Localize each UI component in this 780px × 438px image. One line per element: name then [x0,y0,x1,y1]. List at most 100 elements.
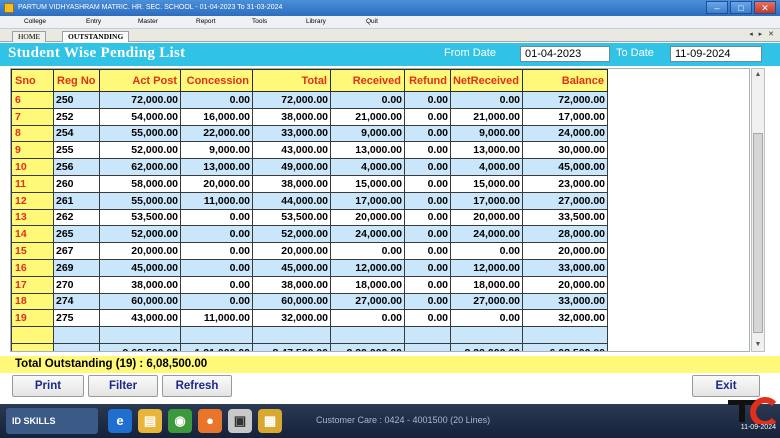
app-window-icon[interactable]: ▣ [228,409,252,433]
chrome-icon[interactable]: ◉ [168,409,192,433]
cell-concession: 0.00 [180,208,253,227]
cell-net-received: 21,000.00 [450,107,523,126]
table-row[interactable]: 13 262 53,500.00 0.00 53,500.00 20,000.00 0.00… [11,208,608,227]
close-button[interactable]: ✕ [754,1,776,14]
table-row[interactable]: 15 267 20,000.00 0.00 20,000.00 0.00 0.00 0.00 2… [11,242,608,260]
menu-quit[interactable]: Quit [366,18,378,25]
tab-outstanding[interactable]: OUTSTANDING [62,31,130,42]
cell-sno: 17 [11,275,54,294]
column-header-balance[interactable]: Balance [522,69,608,92]
cell-balance: 72,000.00 [522,91,608,109]
column-header-refund[interactable]: Refund [404,69,451,92]
table-row[interactable]: 8 254 55,000.00 22,000.00 33,000.00 9,000.00 0… [11,124,608,143]
menu-bar: College Entry Master Report Tools Librar… [0,16,780,29]
total-net-received: 2,39,000.00 [450,342,523,351]
folder-icon[interactable]: ▤ [138,409,162,433]
minimize-button[interactable]: – [706,1,728,14]
cell-total: 38,000.00 [252,174,331,193]
cell-reg: 274 [53,292,100,311]
page-header: Student Wise Pending List From Date 01-0… [0,43,780,66]
cell-received: 24,000.00 [330,225,405,244]
school-app-icon[interactable]: ▦ [258,409,282,433]
blank-row[interactable] [11,326,608,344]
cell-received: 17,000.00 [330,191,405,210]
column-header-concession[interactable]: Concession [180,69,253,92]
table-row[interactable]: 17 270 38,000.00 0.00 38,000.00 18,000.00 0.00… [11,275,608,294]
cell-act-post: 43,000.00 [99,309,181,328]
maximize-button[interactable]: □ [730,1,752,14]
tab-bar: HOME OUTSTANDING ◂ ▸ ✕ [0,29,780,42]
cell-total: 33,000.00 [252,124,331,143]
cell-concession: 16,000.00 [180,107,253,126]
column-header-total[interactable]: Total [252,69,331,92]
menu-library[interactable]: Library [306,18,326,25]
scroll-up-icon[interactable]: ▲ [752,69,764,81]
cell-net-received: 4,000.00 [450,158,523,176]
vertical-scrollbar[interactable]: ▲ ▼ [751,68,765,352]
cell-net-received: 27,000.00 [450,292,523,311]
table-row[interactable]: 11 260 58,000.00 20,000.00 38,000.00 15,000.0… [11,174,608,193]
cell-sno: 12 [11,191,54,210]
table-row[interactable]: 10 256 62,000.00 13,000.00 49,000.00 4,000.00… [11,158,608,176]
column-header-received[interactable]: Received [330,69,405,92]
cell-concession: 0.00 [180,275,253,294]
column-header-net-received[interactable]: NetReceived [450,69,523,92]
cell-reg: 252 [53,107,100,126]
cell-balance: 27,000.00 [522,191,608,210]
cell-refund: 0.00 [404,191,451,210]
cell-refund: 0.00 [404,225,451,244]
table-row[interactable]: 18 274 60,000.00 0.00 60,000.00 27,000.00 0.00… [11,292,608,311]
blank-cell [180,326,253,344]
menu-master[interactable]: Master [138,18,158,25]
tab-home[interactable]: HOME [12,31,47,42]
menu-entry[interactable]: Entry [86,18,101,25]
filter-button[interactable]: Filter [88,375,158,397]
cell-balance: 20,000.00 [522,275,608,294]
scroll-thumb[interactable] [753,133,763,333]
cell-sno: 8 [11,124,54,143]
cell-balance: 33,000.00 [522,292,608,311]
refresh-button[interactable]: Refresh [162,375,232,397]
cell-balance: 24,000.00 [522,124,608,143]
cell-act-post: 52,000.00 [99,141,181,160]
column-header-act-post[interactable]: Act Post [99,69,181,92]
cell-sno: 19 [11,309,54,328]
app-icon [4,3,14,13]
cell-balance: 30,000.00 [522,141,608,160]
column-header-sno[interactable]: Sno [11,69,54,92]
table-row[interactable]: 19 275 43,000.00 11,000.00 32,000.00 0.00 0.00… [11,309,608,328]
table-row[interactable]: 6 250 72,000.00 0.00 72,000.00 0.00 0.00 0.00 72… [11,91,608,109]
table-row[interactable]: 12 261 55,000.00 11,000.00 44,000.00 17,000.0… [11,191,608,210]
menu-tools[interactable]: Tools [252,18,267,25]
from-date-field[interactable]: 01-04-2023 [520,46,610,62]
cell-net-received: 24,000.00 [450,225,523,244]
cell-reg: 254 [53,124,100,143]
cell-concession: 0.00 [180,258,253,277]
firefox-icon[interactable]: ● [198,409,222,433]
table-row[interactable]: 14 265 52,000.00 0.00 52,000.00 24,000.00 0.00… [11,225,608,244]
table-row[interactable]: 7 252 54,000.00 16,000.00 38,000.00 21,000.00… [11,107,608,126]
menu-report[interactable]: Report [196,18,216,25]
to-date-field[interactable]: 11-09-2024 [670,46,762,62]
table-row[interactable]: 16 269 45,000.00 0.00 45,000.00 12,000.00 0.00… [11,258,608,277]
table-row[interactable]: 9 255 52,000.00 9,000.00 43,000.00 13,000.00 0… [11,141,608,160]
blank-cell [450,326,523,344]
scroll-down-icon[interactable]: ▼ [752,339,764,351]
pending-list-grid[interactable]: Sno Reg No Act Post Concession Total Rec… [10,68,750,352]
cell-concession: 20,000.00 [180,174,253,193]
total-sno [11,342,54,351]
tab-nav-arrows[interactable]: ◂ ▸ ✕ [749,30,776,38]
cell-total: 38,000.00 [252,107,331,126]
edge-icon[interactable]: e [108,409,132,433]
column-header-reg-no[interactable]: Reg No [53,69,100,92]
cell-reg: 256 [53,158,100,176]
start-button[interactable]: ID SKILLS [6,408,98,434]
cell-balance: 33,000.00 [522,258,608,277]
cell-reg: 265 [53,225,100,244]
print-button[interactable]: Print [12,375,84,397]
menu-college[interactable]: College [24,18,46,25]
cell-act-post: 53,500.00 [99,208,181,227]
cell-sno: 16 [11,258,54,277]
page-title: Student Wise Pending List [8,45,186,61]
to-date-label: To Date [616,47,654,59]
